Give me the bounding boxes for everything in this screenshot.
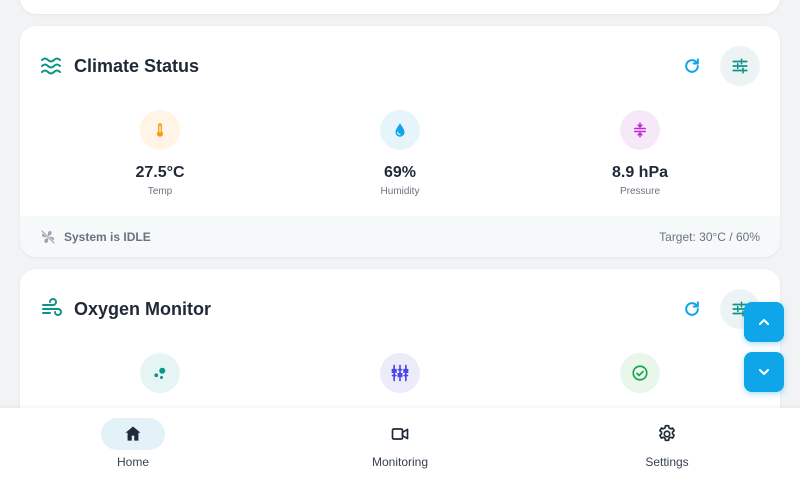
humidity-value: 69% <box>383 164 417 181</box>
scroll-down-button[interactable] <box>744 352 784 392</box>
previous-card <box>20 0 780 14</box>
nav-indicator <box>635 418 699 450</box>
nav-label-monitoring: Monitoring <box>371 455 429 469</box>
oxygen-metric-1 <box>80 353 240 393</box>
system-status-text: System is IDLE <box>64 230 151 244</box>
oxygen-refresh-button[interactable] <box>672 289 712 329</box>
bubbles-icon <box>140 353 180 393</box>
tune-icon <box>732 58 748 74</box>
chevron-up-icon <box>759 319 769 325</box>
climate-refresh-button[interactable] <box>672 46 712 86</box>
home-icon <box>125 426 141 441</box>
oxygen-metric-3 <box>560 353 720 393</box>
pressure-metric: 8.9 hPa Pressure <box>560 110 720 198</box>
climate-status-card: Climate Status 27.5°C Temp 69% Humidity … <box>20 26 780 257</box>
fan-off-icon <box>40 229 56 245</box>
pressure-value: 8.9 hPa <box>611 164 669 181</box>
air-icon <box>40 297 64 321</box>
nav-item-home[interactable]: Home <box>63 418 203 470</box>
nav-indicator <box>101 418 165 450</box>
bottom-navigation: Home Monitoring Settings <box>0 408 800 480</box>
target-text: Target: 30°C / 60% <box>659 230 760 244</box>
chevron-down-icon <box>759 369 769 375</box>
scroll-up-button[interactable] <box>744 302 784 342</box>
climate-card-title: Climate Status <box>74 56 200 76</box>
climate-tune-button[interactable] <box>720 46 760 86</box>
gear-icon <box>659 424 675 442</box>
refresh-icon <box>685 58 699 73</box>
humidity-metric: 69% Humidity <box>320 110 480 198</box>
thermometer-icon <box>140 110 180 150</box>
water-drop-icon <box>380 110 420 150</box>
sensor-array-icon <box>380 353 420 393</box>
temp-value: 27.5°C <box>135 164 185 181</box>
nav-label-home: Home <box>116 455 149 469</box>
nav-item-settings[interactable]: Settings <box>597 418 737 470</box>
pressure-label: Pressure <box>619 186 660 197</box>
nav-label-settings: Settings <box>645 455 689 469</box>
compress-icon <box>620 110 660 150</box>
nav-indicator <box>368 418 432 450</box>
waves-icon <box>40 54 64 78</box>
refresh-icon <box>685 301 699 316</box>
check-circle-icon <box>620 353 660 393</box>
climate-status-footer: System is IDLE Target: 30°C / 60% <box>20 216 780 257</box>
temp-metric: 27.5°C Temp <box>80 110 240 198</box>
oxygen-metric-2 <box>320 353 480 393</box>
humidity-label: Humidity <box>380 186 420 197</box>
oxygen-card-title: Oxygen Monitor <box>74 299 212 319</box>
video-camera-icon <box>391 428 409 440</box>
oxygen-card-header: Oxygen Monitor <box>20 269 780 349</box>
temp-label: Temp <box>147 186 173 197</box>
nav-item-monitoring[interactable]: Monitoring <box>330 418 470 470</box>
climate-card-header: Climate Status <box>20 26 780 106</box>
